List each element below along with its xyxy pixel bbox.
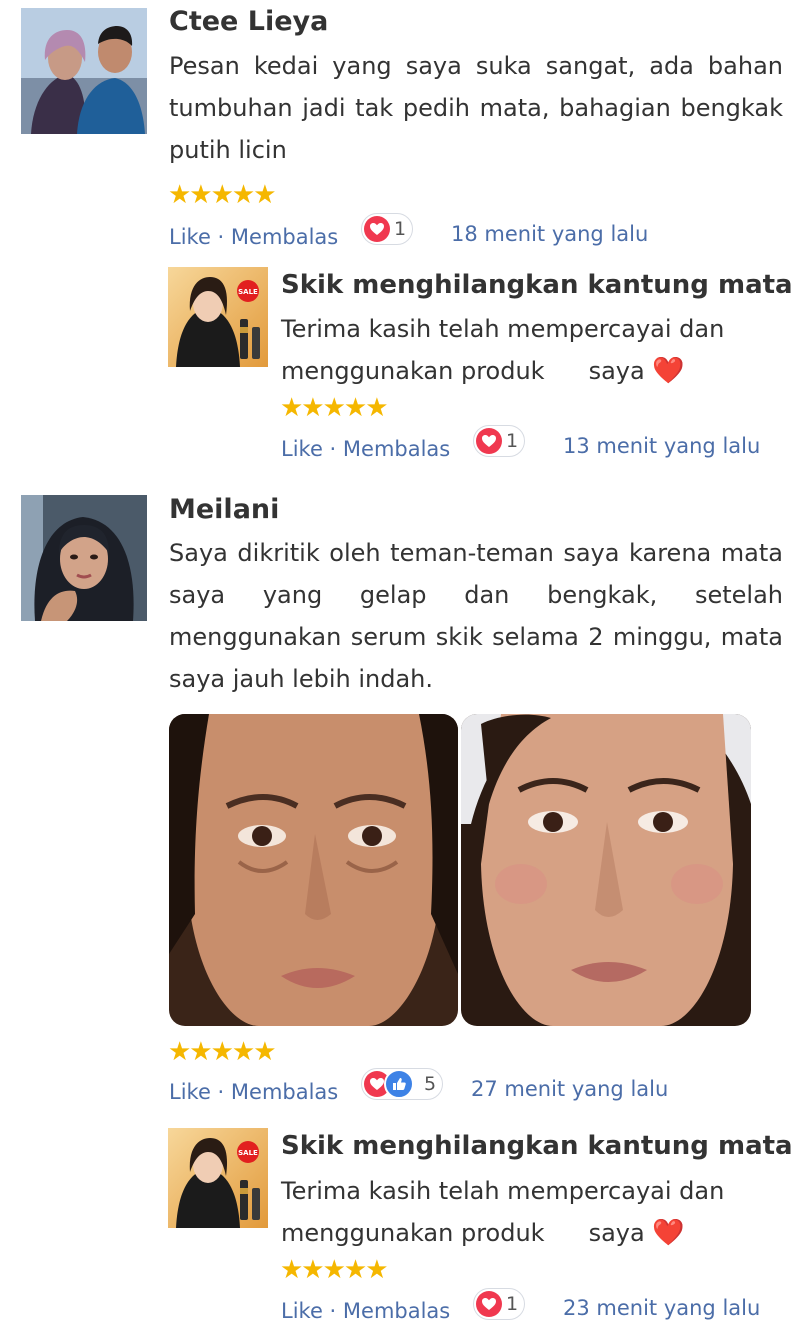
reaction-summary[interactable]: 1 [361,213,414,245]
reply-text-part: menggunakan produk [281,1219,545,1247]
reply-author-name[interactable]: Skik menghilangkan kantung mata [281,1131,793,1161]
reply-text-line: Terima kasih telah mempercayai dan [281,1177,725,1205]
reply-link[interactable]: Membalas [231,225,338,249]
reply-text-part: saya [588,357,645,385]
heart-reaction-icon [476,1291,502,1317]
reply-text: Terima kasih telah mempercayai dan mengg… [281,308,781,392]
sale-badge: SALE [238,288,258,296]
timestamp: 13 menit yang lalu [563,434,761,458]
commenter-name[interactable]: Ctee Lieya [169,6,328,37]
like-link[interactable]: Like [281,437,323,461]
heart-reaction-icon [476,428,502,454]
before-photo[interactable] [169,714,458,1026]
comment-text: Saya dikritik oleh teman-teman saya kare… [169,539,783,693]
like-link[interactable]: Like [169,225,211,249]
after-photo[interactable] [461,714,751,1026]
heart-emoji-icon: ❤️ [652,1218,685,1248]
sale-badge: SALE [238,1149,258,1157]
comment-actions: Like · Membalas [169,222,338,252]
reply-text-line: menggunakan produk saya ❤️ [281,350,781,392]
thumbs-up-reaction-icon [384,1069,414,1099]
avatar[interactable] [21,8,147,134]
like-link[interactable]: Like [281,1299,323,1323]
reply-avatar[interactable]: SALE [168,1128,268,1228]
timestamp: 18 menit yang lalu [451,222,649,246]
reaction-count: 1 [506,1293,519,1315]
timestamp: 23 menit yang lalu [563,1296,761,1320]
commenter-name[interactable]: Meilani [169,494,279,525]
avatar[interactable] [21,495,147,621]
reply-text-part: menggunakan produk [281,357,545,385]
reaction-summary[interactable]: 1 [473,425,526,457]
star-rating: ★★★★★ [280,393,389,423]
reaction-summary[interactable]: 5 [361,1068,444,1100]
reaction-count: 1 [394,218,407,240]
reaction-summary[interactable]: 1 [473,1288,526,1320]
separator: · [322,437,343,461]
heart-reaction-icon [364,216,390,242]
separator: · [210,1080,231,1104]
star-rating: ★★★★★ [168,180,277,210]
like-link[interactable]: Like [169,1080,211,1104]
reply-link[interactable]: Membalas [231,1080,338,1104]
reaction-count: 1 [506,430,519,452]
comment-actions: Like · Membalas [281,1296,450,1326]
separator: · [210,225,231,249]
heart-emoji-icon: ❤️ [652,356,685,386]
reply-text: Terima kasih telah mempercayai dan mengg… [281,1170,781,1254]
timestamp: 27 menit yang lalu [471,1077,669,1101]
reply-author-name[interactable]: Skik menghilangkan kantung mata [281,270,793,300]
reaction-count: 5 [424,1073,437,1095]
comment-actions: Like · Membalas [169,1077,338,1107]
separator: · [322,1299,343,1323]
comment-actions: Like · Membalas [281,434,450,464]
star-rating: ★★★★★ [168,1037,277,1067]
star-rating: ★★★★★ [280,1255,389,1285]
reply-text-line: menggunakan produk saya ❤️ [281,1212,781,1254]
reply-text-part: saya [588,1219,645,1247]
reply-text-line: Terima kasih telah mempercayai dan [281,315,725,343]
reply-link[interactable]: Membalas [343,437,450,461]
reply-avatar[interactable]: SALE [168,267,268,367]
reply-link[interactable]: Membalas [343,1299,450,1323]
comments-feed: Ctee Lieya Pesan kedai yang saya suka sa… [0,0,800,1342]
comment-text: Pesan kedai yang saya suka sangat, ada b… [169,52,783,164]
